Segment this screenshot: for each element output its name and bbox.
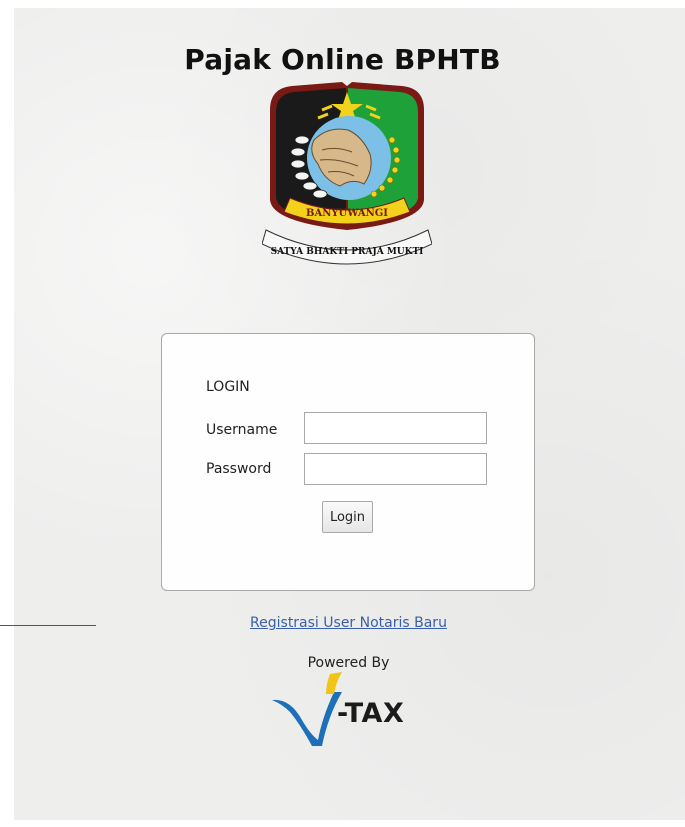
login-card: LOGIN Username Password Login <box>161 333 535 591</box>
username-input[interactable] <box>304 412 487 444</box>
username-label: Username <box>206 422 278 438</box>
powered-by-label: Powered By <box>307 655 390 671</box>
password-label: Password <box>206 461 272 477</box>
login-button[interactable]: Login <box>322 501 373 533</box>
banyuwangi-emblem-icon: BANYUWANGI SATYA BHAKTI PRAJA MUKTI <box>262 82 432 265</box>
svg-text:SATYA BHAKTI PRAJA MUKTI: SATYA BHAKTI PRAJA MUKTI <box>271 247 424 257</box>
register-notary-link[interactable]: Registrasi User Notaris Baru <box>0 615 685 631</box>
page-title: Pajak Online BPHTB <box>184 43 501 76</box>
vtax-brand-text: -TAX <box>337 698 405 729</box>
svg-text:BANYUWANGI: BANYUWANGI <box>306 208 388 219</box>
login-heading: LOGIN <box>206 379 250 395</box>
password-input[interactable] <box>304 453 487 485</box>
